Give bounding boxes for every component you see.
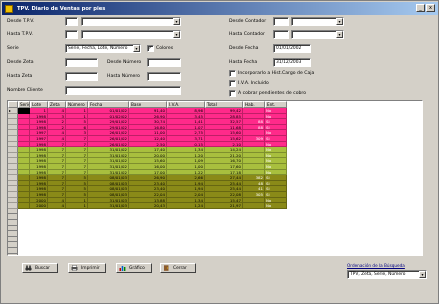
sort-combo[interactable]: TPV, Zeta, Serie, Número — [347, 270, 427, 279]
hist-cargo-checkbox[interactable] — [229, 70, 236, 77]
nombre-cliente-label: Nombre Cliente — [7, 88, 43, 93]
desde-tpv-combo[interactable] — [81, 17, 181, 26]
hasta-numero-label: Hasta Número — [107, 74, 140, 79]
desde-fecha-label: Desde Fecha — [229, 46, 259, 51]
chevron-down-icon[interactable]: ▾ — [336, 31, 343, 38]
chevron-down-icon[interactable]: ▾ — [173, 18, 180, 25]
row-indicator — [8, 253, 18, 255]
window-title: TPV. Diario de Ventas por pies — [17, 5, 106, 12]
column-header[interactable]: Hab. — [243, 101, 265, 108]
title-bar[interactable]: TPV. Diario de Ventas por pies _ x — [2, 2, 438, 15]
empty-row — [8, 253, 422, 255]
serie-combo[interactable]: Serie, Fecha, Lote, Número — [65, 44, 141, 53]
grid-header: Serie Lote Zeta Número Fecha Base I.V.A. Total H… — [8, 101, 287, 108]
column-header[interactable]: Ent. — [265, 101, 287, 108]
report-window: TPV. Diario de Ventas por pies _ x Desde… — [0, 0, 439, 304]
column-header[interactable]: I.V.A. — [167, 101, 205, 108]
hasta-contador-label: Hasta Contador — [229, 32, 265, 37]
column-header[interactable]: Lote — [30, 101, 48, 108]
empty-cell — [18, 253, 422, 255]
desde-tpv-label: Desde T.P.V. — [7, 19, 35, 24]
desde-zeta-label: Desde Zeta — [7, 60, 34, 65]
help-button[interactable]: _ — [416, 4, 425, 12]
colores-label: Colores — [156, 46, 174, 51]
desde-zeta-field[interactable] — [65, 58, 98, 67]
column-header[interactable]: Total — [205, 101, 243, 108]
column-header[interactable]: Serie — [18, 101, 30, 108]
grafico-button[interactable]: Gráfico — [116, 263, 152, 273]
column-header[interactable]: Zeta — [48, 101, 66, 108]
binoculars-icon — [25, 265, 32, 271]
column-header[interactable]: Base — [129, 101, 167, 108]
desde-contador-code-field[interactable] — [273, 17, 289, 26]
door-icon — [164, 265, 169, 271]
hasta-tpv-label: Hasta T.P.V. — [7, 32, 33, 37]
sort-label: Ordenación de la Búsqueda — [347, 263, 405, 268]
hasta-contador-code-field[interactable] — [273, 30, 289, 39]
desde-numero-label: Desde Número — [107, 60, 142, 65]
cerrar-button[interactable]: Cerrar — [160, 263, 196, 273]
hasta-fecha-label: Hasta Fecha — [229, 60, 258, 65]
serie-label: Serie — [7, 46, 19, 51]
hist-cargo-label: Incorporarlo a Hist.Cargo de Caja — [238, 71, 315, 76]
pendientes-checkbox[interactable] — [229, 90, 236, 97]
chevron-down-icon[interactable]: ▾ — [133, 45, 140, 52]
hasta-zeta-field[interactable] — [65, 72, 98, 81]
buscar-button[interactable]: Buscar — [22, 263, 58, 273]
hasta-fecha-field[interactable]: 31/12/2003 — [273, 58, 311, 67]
desde-numero-field[interactable] — [147, 58, 181, 67]
results-grid[interactable]: Serie Lote Zeta Número Fecha Base I.V.A. Total H… — [7, 100, 423, 256]
desde-tpv-code-field[interactable] — [65, 17, 78, 26]
chevron-down-icon[interactable]: ▾ — [336, 18, 343, 25]
iva-incluido-label: I.V.A. Incluido — [238, 81, 269, 86]
imprimir-button[interactable]: Imprimir — [68, 263, 106, 273]
iva-incluido-checkbox[interactable] — [229, 80, 236, 87]
column-header[interactable]: Fecha — [88, 101, 129, 108]
chevron-down-icon[interactable]: ▾ — [419, 271, 426, 278]
desde-contador-label: Desde Contador — [229, 19, 267, 24]
hasta-tpv-code-field[interactable] — [65, 30, 78, 39]
hasta-zeta-label: Hasta Zeta — [7, 74, 33, 79]
chevron-down-icon[interactable]: ▾ — [173, 31, 180, 38]
pendientes-label: A cobrar pendientes de cobro — [238, 91, 307, 96]
column-header[interactable]: Número — [66, 101, 88, 108]
chart-icon — [119, 266, 126, 271]
buscar-label: Buscar — [35, 265, 50, 271]
hasta-numero-field[interactable] — [147, 72, 181, 81]
imprimir-label: Imprimir — [81, 265, 100, 271]
colores-checkbox[interactable]: ✓ — [147, 45, 154, 52]
cerrar-label: Cerrar — [173, 265, 187, 271]
grid-corner — [8, 101, 18, 108]
app-icon — [5, 4, 13, 13]
nombre-cliente-field[interactable] — [65, 86, 181, 95]
hasta-tpv-combo[interactable] — [81, 30, 181, 39]
desde-fecha-field[interactable]: 01/01/2002 — [273, 44, 311, 53]
printer-icon — [71, 265, 78, 271]
close-button[interactable]: x — [426, 4, 435, 12]
grafico-label: Gráfico — [129, 265, 145, 271]
